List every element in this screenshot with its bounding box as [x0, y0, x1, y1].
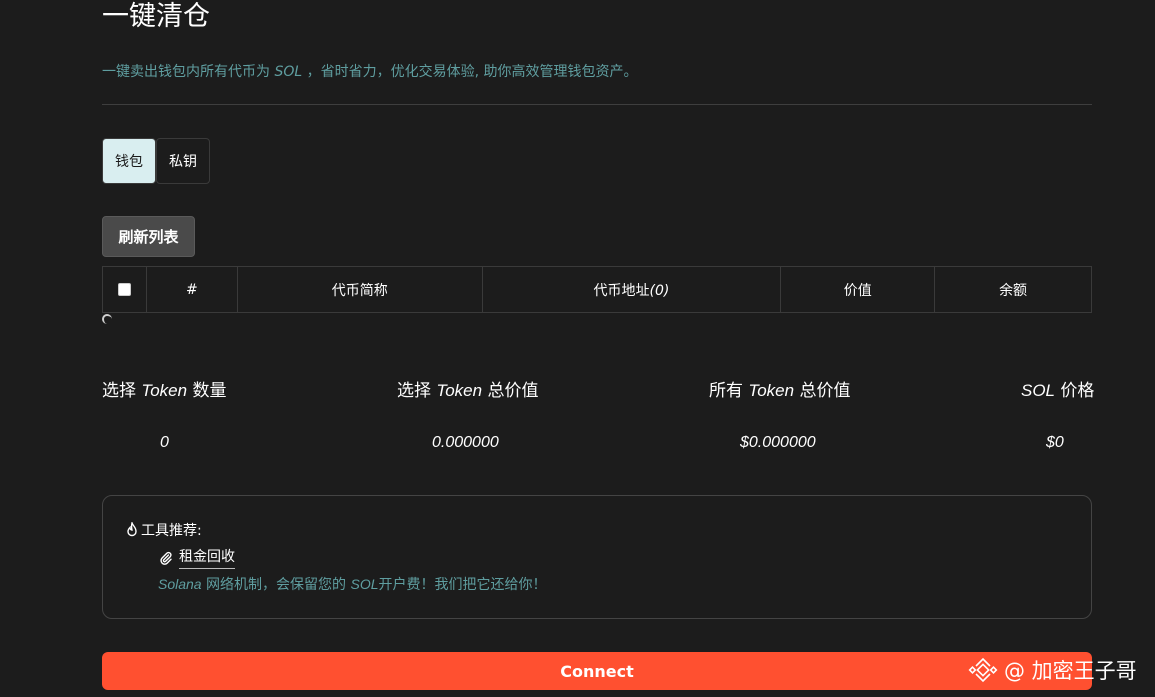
page-title: 一键清仓: [102, 1, 210, 32]
stat-label-post: 总价值: [794, 381, 851, 401]
page-subtitle: 一键卖出钱包内所有代币为 SOL ，省时省力，优化交易体验, 助你高效管理钱包资…: [102, 62, 638, 82]
stat-label-sol-price: SOL 价格: [1021, 378, 1094, 404]
desc-solana: Solana: [158, 576, 202, 592]
select-all-checkbox[interactable]: [117, 283, 131, 296]
rent-recovery-description: Solana 网络机制，会保留您的 SOL开户费！我们把它还给你！: [158, 574, 547, 594]
flame-icon: [127, 522, 137, 537]
watermark-text: @ 加密王子哥: [1004, 659, 1137, 683]
tool-recommendation-card: 工具推荐: 租金回收 Solana 网络机制，会保留您的 SOL开户费！我们把它…: [102, 495, 1092, 619]
tab-private-key[interactable]: 私钥: [156, 138, 210, 184]
column-token-address-label: 代币地址: [593, 282, 650, 299]
loading-spinner-icon: [102, 314, 112, 324]
stats-panel: 选择 Token 数量 0 选择 Token 总价值 0.000000 所有 T…: [102, 378, 1094, 468]
page: 一键清仓 一键卖出钱包内所有代币为 SOL ，省时省力，优化交易体验, 助你高效…: [0, 0, 1155, 697]
refresh-list-button[interactable]: 刷新列表: [102, 216, 195, 257]
tool-recommendation-title-text: 工具推荐:: [141, 523, 202, 539]
stat-label-pre: 选择: [397, 381, 437, 401]
stat-label-pre: 所有: [709, 381, 749, 401]
stat-value-all-total: $0.000000: [740, 434, 816, 451]
header-divider: [102, 104, 1092, 105]
stat-value-sol-price: $0: [1046, 434, 1064, 451]
desc-mid: 网络机制，会保留您的: [201, 577, 351, 593]
subtitle-text-post: ，省时省力，优化交易体验, 助你高效管理钱包资产。: [302, 64, 638, 80]
stat-value-selected-total: 0.000000: [432, 434, 499, 451]
column-token-address: 代币地址(0): [481, 266, 782, 313]
watermark: @ 加密王子哥: [968, 654, 1137, 686]
binance-logo-icon: [968, 657, 998, 683]
rent-recovery-link[interactable]: 租金回收: [159, 546, 235, 569]
token-table: # 代币简称 代币地址(0) 价值 余额: [102, 266, 1092, 313]
column-balance: 余额: [934, 266, 1092, 313]
stat-label-post: 价格: [1055, 381, 1095, 401]
stat-label-token: Token: [748, 381, 795, 400]
stat-label-token: Token: [436, 381, 483, 400]
column-token-address-count: (0): [649, 282, 670, 299]
select-all-cell: [102, 266, 147, 313]
column-token-name: 代币简称: [236, 266, 483, 313]
stat-label-post: 总价值: [482, 381, 539, 401]
table-header-row: # 代币简称 代币地址(0) 价值 余额: [102, 266, 1092, 313]
tool-recommendation-title: 工具推荐:: [125, 520, 202, 540]
stat-value-selected-count: 0: [160, 434, 169, 451]
tab-wallet[interactable]: 钱包: [102, 138, 156, 184]
stat-label-post: 数量: [187, 381, 227, 401]
column-value: 价值: [780, 266, 936, 313]
stat-label-selected-total: 选择 Token 总价值: [397, 378, 539, 404]
stat-label-token: Token: [141, 381, 188, 400]
desc-post: 开户费！我们把它还给你！: [378, 577, 547, 593]
mode-tabs: 钱包 私钥: [102, 138, 210, 184]
stat-label-token: SOL: [1021, 381, 1056, 400]
desc-sol: SOL: [350, 576, 379, 592]
subtitle-text-pre: 一键卖出钱包内所有代币为: [102, 64, 275, 80]
paperclip-icon: [160, 551, 172, 565]
connect-button[interactable]: Connect: [102, 652, 1092, 690]
stat-label-selected-count: 选择 Token 数量: [102, 378, 227, 404]
subtitle-sol: SOL: [274, 64, 303, 80]
column-index: #: [145, 266, 238, 313]
stat-label-all-total: 所有 Token 总价值: [709, 378, 851, 404]
rent-recovery-link-label[interactable]: 租金回收: [179, 546, 235, 569]
stat-label-pre: 选择: [102, 381, 142, 401]
